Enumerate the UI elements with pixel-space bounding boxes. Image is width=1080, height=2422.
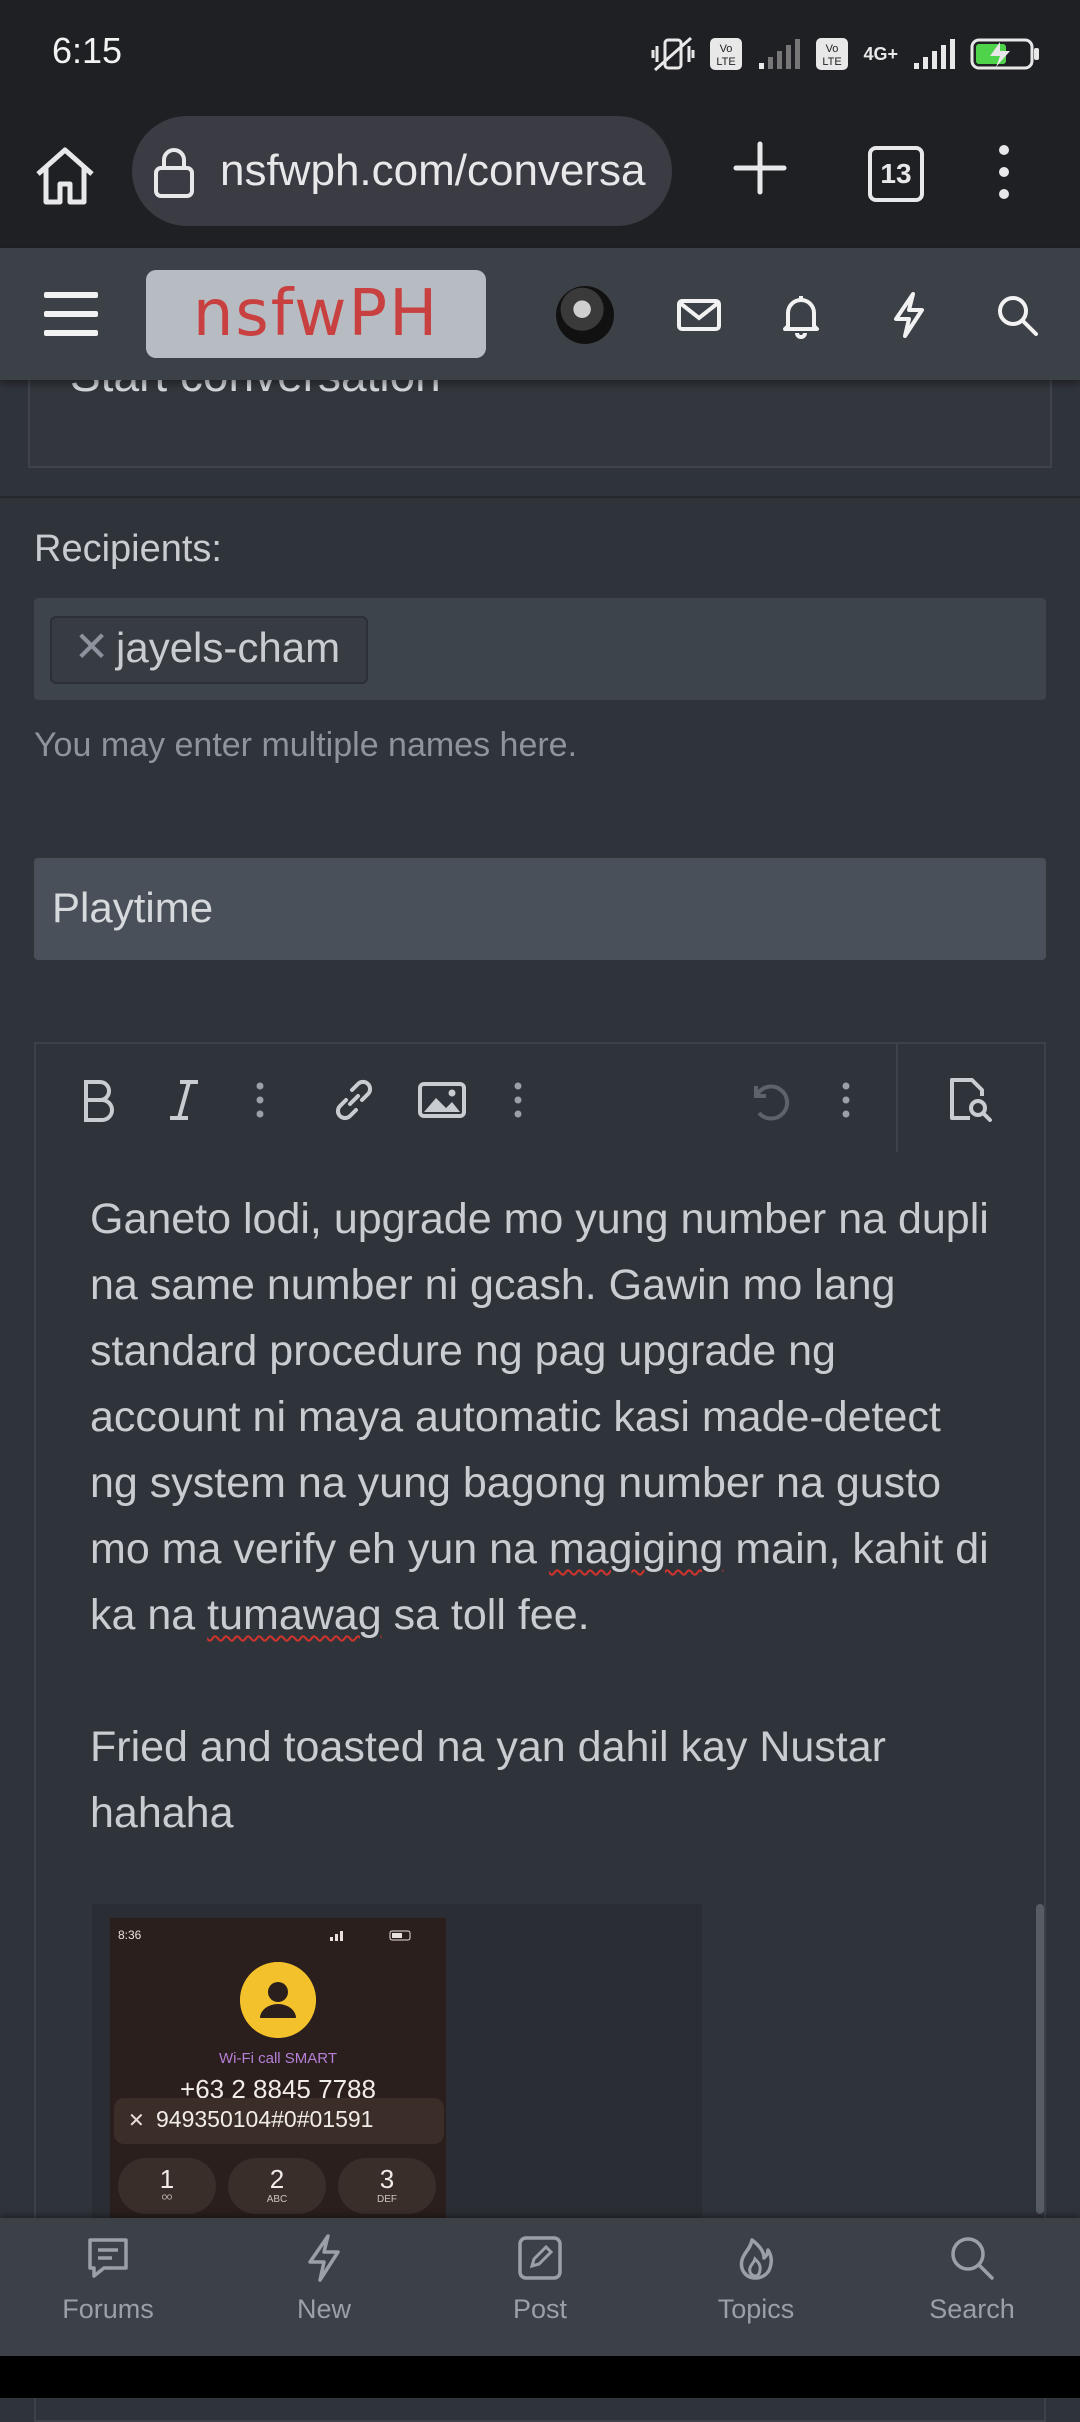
misspelled-word[interactable]: magiging (549, 1525, 724, 1573)
bolt-icon[interactable] (884, 290, 934, 340)
search-icon (951, 2237, 994, 2280)
recipients-hint: You may enter multiple names here. (34, 726, 578, 764)
nav-post[interactable]: Post (460, 2232, 620, 2348)
bolt-icon (308, 2234, 340, 2282)
more-text-options-icon[interactable] (240, 1072, 296, 1128)
more-vert-icon[interactable] (984, 140, 1024, 204)
attachment-time: 8:36 (118, 1928, 142, 1942)
misspelled-word-2[interactable]: tumawag (207, 1591, 381, 1639)
image-icon[interactable] (414, 1072, 470, 1128)
svg-text:LTE: LTE (823, 56, 842, 68)
message-text-1: Ganeto lodi, upgrade mo yung number na d… (90, 1195, 989, 1573)
nav-search-label: Search (929, 2294, 1015, 2324)
svg-text:Vo: Vo (720, 43, 733, 55)
more-insert-options-icon[interactable] (498, 1072, 554, 1128)
nav-search[interactable]: Search (892, 2232, 1052, 2348)
nav-post-label: Post (512, 2294, 568, 2324)
network-type: 4G+ (863, 43, 898, 64)
link-icon[interactable] (326, 1072, 382, 1128)
attachment-key-1: 1 ᴼᴼ (118, 2158, 216, 2214)
message-paragraph-2: Fried and toasted na yan dahil kay Nusta… (90, 1723, 886, 1837)
attachment-key-2: 2 ABC (228, 2158, 326, 2214)
svg-text:Vo: Vo (826, 43, 839, 55)
volte-icon: VoLTE (710, 38, 743, 70)
vibrate-off-icon (651, 36, 695, 72)
avatar[interactable] (556, 286, 614, 344)
tab-switcher-button[interactable]: 13 (868, 146, 924, 202)
nav-topics-label: Topics (717, 2294, 795, 2324)
preview-icon[interactable] (942, 1072, 998, 1128)
more-editor-options-icon[interactable] (820, 1072, 876, 1128)
home-icon[interactable] (30, 140, 100, 210)
attachment-close-icon: ✕ (128, 2110, 145, 2132)
logo-text: nsfwPH (192, 277, 440, 351)
signal-weak-icon (759, 39, 801, 69)
menu-icon[interactable] (42, 290, 100, 338)
attachment-dial-input: 949350104#0#01591 (156, 2106, 374, 2132)
volte-icon-2: VoLTE (816, 38, 849, 70)
message-paragraph-1: Ganeto lodi, upgrade mo yung number na d… (90, 1186, 990, 1648)
attachment-key-3: 3 DEF (338, 2158, 436, 2214)
recipient-name: jayels-cham (116, 624, 341, 671)
undo-icon[interactable] (740, 1072, 796, 1128)
site-logo[interactable]: nsfwPH (146, 270, 486, 358)
nav-forums-label: Forums (62, 2294, 154, 2324)
attachment-call-label: Wi-Fi call SMART (218, 2050, 338, 2067)
post-icon (518, 2236, 562, 2280)
italic-icon[interactable] (156, 1072, 212, 1128)
battery-charging-icon (970, 38, 1039, 70)
bell-icon[interactable] (776, 290, 826, 340)
nav-forums[interactable]: Forums (28, 2232, 188, 2348)
toolbar-separator (896, 1044, 898, 1152)
signal-strong-icon (914, 39, 955, 69)
nav-new-label: New (296, 2294, 351, 2324)
message-text-1c: sa toll fee. (381, 1591, 590, 1639)
contact-avatar-icon (240, 1962, 316, 2038)
search-icon[interactable] (992, 290, 1042, 340)
nav-new[interactable]: New (244, 2232, 404, 2348)
conversation-title-value[interactable]: Playtime (52, 884, 213, 932)
nav-topics[interactable]: Topics (676, 2232, 836, 2348)
status-time: 6:15 (52, 30, 123, 71)
remove-recipient-icon[interactable]: ✕ (74, 622, 109, 671)
url-text[interactable]: nsfwph.com/conversa (220, 146, 654, 196)
new-tab-icon[interactable] (730, 138, 790, 198)
recipients-label: Recipients: (34, 528, 222, 570)
forums-icon (88, 2238, 128, 2278)
editor-scrollbar[interactable] (1036, 1904, 1044, 2214)
lock-icon (154, 148, 194, 198)
message-body[interactable]: Ganeto lodi, upgrade mo yung number na d… (90, 1186, 990, 1912)
svg-text:LTE: LTE (717, 56, 736, 68)
attachment-status-icons (330, 1930, 411, 1941)
divider (0, 496, 1080, 498)
mail-icon[interactable] (674, 290, 724, 340)
system-gesture-bar (0, 2356, 1080, 2398)
bold-icon[interactable] (70, 1072, 126, 1128)
fire-icon (739, 2238, 774, 2280)
status-icons: Vo LTE Vo LTE 4G+ (651, 32, 1040, 76)
